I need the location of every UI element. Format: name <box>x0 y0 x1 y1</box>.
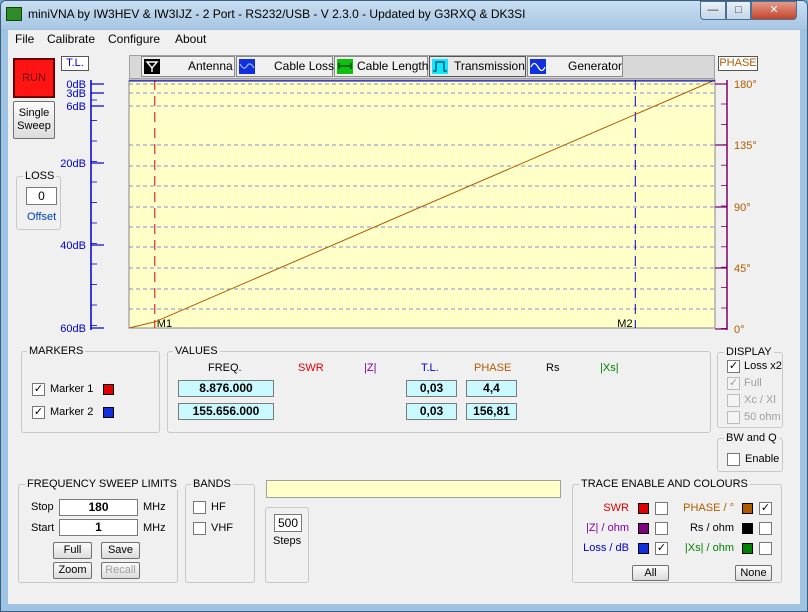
start-freq-input[interactable]: 1 <box>59 519 138 536</box>
transmission-chart: 0dB3dB6dB20dB40dB60dB180°135°90°45°0°M1 M… <box>60 79 757 336</box>
trace-checkbox-5[interactable] <box>759 542 772 555</box>
steps-input[interactable]: 500 <box>274 514 302 532</box>
right-tick-label: 135° <box>734 140 757 152</box>
bands-title: BANDS <box>191 478 233 490</box>
steps-label: Steps <box>273 535 302 547</box>
trace-color-4[interactable] <box>638 543 649 554</box>
trace-color-3[interactable] <box>742 523 753 534</box>
marker-1-tl: 0,03 <box>406 380 457 397</box>
vhf-checkbox[interactable] <box>193 522 206 535</box>
trace-all-button[interactable]: All <box>632 565 669 581</box>
values-header-rs: Rs <box>546 362 560 374</box>
trace-color-0[interactable] <box>638 503 649 514</box>
save-button[interactable]: Save <box>101 542 140 559</box>
right-tick-label: 45° <box>734 263 751 275</box>
marker-1-freq: 8.876.000 <box>178 380 274 397</box>
marker-2-phase: 156,81 <box>466 403 517 420</box>
values-header-phase: PHASE <box>474 362 512 374</box>
xc-xl-label: Xc / Xl <box>744 394 776 406</box>
trace-checkbox-1[interactable]: ✓ <box>759 502 772 515</box>
recall-button: Recall <box>101 562 140 579</box>
full-label: Full <box>744 377 762 389</box>
values-header-tl: T.L. <box>421 362 439 374</box>
display-title: DISPLAY <box>724 346 774 358</box>
sweep-limits-title: FREQUENCY SWEEP LIMITS <box>25 478 179 490</box>
hf-checkbox[interactable] <box>193 501 206 514</box>
values-header-z: |Z| <box>364 362 377 374</box>
marker-2-color[interactable] <box>103 407 114 418</box>
values-header-xs: |Xs| <box>600 362 619 374</box>
left-tick-label: 40dB <box>60 240 86 252</box>
status-bar <box>266 480 561 498</box>
trace-none-button[interactable]: None <box>735 565 772 581</box>
trace-color-1[interactable] <box>742 503 753 514</box>
marker-1-phase: 4,4 <box>466 380 517 397</box>
marker-2-tl: 0,03 <box>406 403 457 420</box>
left-tick-label: 3dB <box>66 88 86 100</box>
xc-xl-checkbox <box>727 394 740 407</box>
markers-title: MARKERS <box>27 345 86 357</box>
marker-1-label: Marker 1 <box>50 383 94 395</box>
values-title: VALUES <box>173 345 220 357</box>
vhf-label: VHF <box>211 522 233 534</box>
plot-area <box>128 79 716 329</box>
trace-label-5: |Xs| / ohm <box>684 542 734 554</box>
values-header-swr: SWR <box>298 362 324 374</box>
marker-2-checkbox[interactable]: ✓ <box>32 406 45 419</box>
right-tick-label: 180° <box>734 79 757 91</box>
trace-label-4: Loss / dB <box>583 542 629 554</box>
marker-label-2: M2 <box>617 318 632 330</box>
left-tick-label: 20dB <box>60 158 86 170</box>
marker-1-checkbox[interactable]: ✓ <box>32 383 45 396</box>
trace-color-2[interactable] <box>638 523 649 534</box>
loss-x2-checkbox[interactable]: ✓ <box>727 360 740 373</box>
stop-unit: MHz <box>143 501 166 513</box>
bw-q-title: BW and Q <box>724 432 779 444</box>
loss-x2-label: Loss x2 <box>744 360 782 372</box>
fifty-ohm-checkbox <box>727 411 740 424</box>
full-button[interactable]: Full <box>53 542 92 559</box>
trace-label-2: |Z| / ohm <box>585 522 629 534</box>
marker-2-freq: 155.656.000 <box>178 403 274 420</box>
start-label: Start <box>31 522 55 534</box>
trace-label-0: SWR <box>603 502 629 514</box>
marker-1-color[interactable] <box>103 384 114 395</box>
zoom-button[interactable]: Zoom <box>53 562 92 579</box>
trace-checkbox-0[interactable] <box>655 502 668 515</box>
left-tick-label: 60dB <box>60 323 86 335</box>
trace-label-1: PHASE / ° <box>683 502 734 514</box>
fifty-ohm-label: 50 ohm <box>744 411 781 423</box>
bw-q-enable-label: Enable <box>745 453 780 465</box>
right-tick-label: 0° <box>734 324 745 336</box>
hf-label: HF <box>211 501 226 513</box>
stop-freq-input[interactable]: 180 <box>59 499 138 516</box>
trace-checkbox-2[interactable] <box>655 522 668 535</box>
trace-color-5[interactable] <box>742 543 753 554</box>
left-tick-label: 6dB <box>66 101 86 113</box>
right-tick-label: 90° <box>734 202 751 214</box>
bw-q-enable-checkbox[interactable] <box>727 453 740 466</box>
trace-title: TRACE ENABLE AND COLOURS <box>579 478 750 490</box>
stop-label: Stop <box>31 501 54 513</box>
trace-checkbox-4[interactable]: ✓ <box>655 542 668 555</box>
start-unit: MHz <box>143 522 166 534</box>
marker-2-label: Marker 2 <box>50 406 94 418</box>
trace-label-3: Rs / ohm <box>689 522 734 534</box>
trace-checkbox-3[interactable] <box>759 522 772 535</box>
values-header-freq: FREQ. <box>208 362 242 374</box>
full-checkbox: ✓ <box>727 377 740 390</box>
